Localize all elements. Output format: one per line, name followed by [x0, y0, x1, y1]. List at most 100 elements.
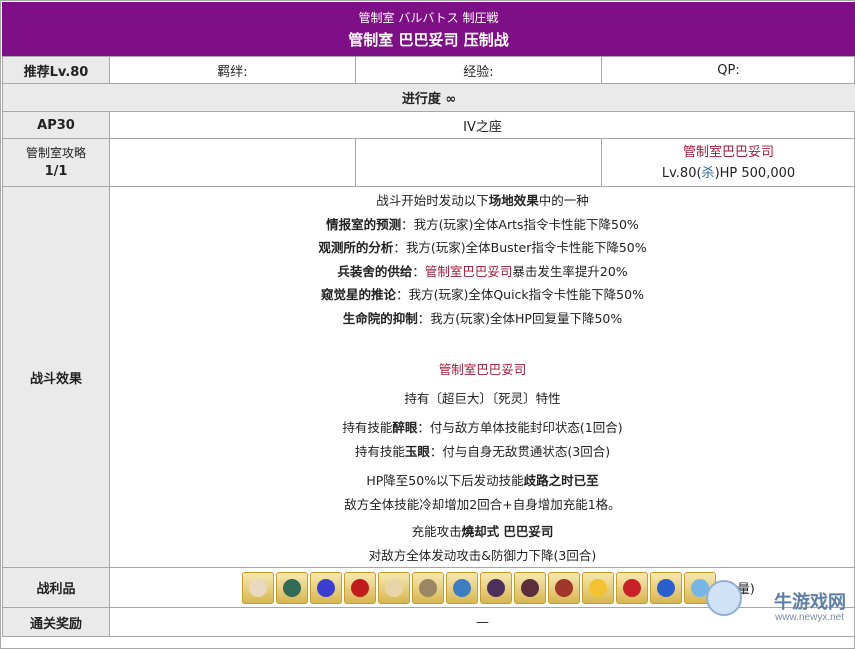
blue-orb-icon[interactable] [650, 571, 682, 604]
drop-item-glyph [521, 578, 539, 597]
row-ap: AP30 IV之座 [2, 111, 855, 139]
feather-icon[interactable] [276, 571, 308, 604]
drop-item-glyph [657, 578, 675, 597]
enemy-slot-3: 管制室巴巴妥司 Lv.80(杀)HP 500,000 [601, 138, 855, 187]
dark-wing-icon[interactable] [514, 571, 546, 604]
drop-item-glyph [555, 578, 573, 597]
boss-traits: 持有〔超巨大〕〔死灵〕特性 [404, 390, 561, 406]
recommended-level-label: 推荐Lv.80 [2, 56, 110, 84]
field-effect-5: 生命院的抑制：我方(玩家)全体HP回复量下降50% [110, 307, 855, 331]
enemy-hp: )HP 500,000 [714, 165, 796, 181]
drop-quantity-note: (大量) [720, 581, 755, 596]
skill-name: 玉眼 [404, 443, 430, 459]
row-clear-reward: 通关奖励 — [2, 607, 855, 637]
ap-label: AP30 [2, 111, 110, 139]
row-drops: 战利品 (大量) [2, 567, 855, 608]
qp-cell: QP: [601, 56, 855, 84]
battle-effect-content: 战斗开始时发动以下场地效果中的一种 情报室的预测：我方(玩家)全体Arts指令卡… [109, 186, 855, 568]
clear-reward-value: — [109, 607, 855, 637]
field-desc: ：我方(玩家)全体Arts指令卡性能下降50% [401, 216, 639, 232]
clear-reward-label: 通关奖励 [2, 607, 110, 637]
field-name: 情报室的预测 [326, 216, 402, 232]
field-name: 生命院的抑制 [342, 310, 418, 326]
enemy-name-link[interactable]: 管制室巴巴妥司 [602, 142, 855, 163]
craft-essence-icon[interactable] [242, 571, 274, 604]
skill-name: 醉眼 [392, 420, 418, 435]
hp-pre: HP降至50%以下后发动技能 [366, 473, 524, 488]
boss-name-link[interactable]: 管制室巴巴妥司 [110, 358, 855, 382]
drop-item-glyph [283, 578, 301, 597]
hp-skill-name: 歧路之时已至 [523, 473, 599, 488]
field-desc-post: 暴击发生率提升20% [512, 263, 628, 279]
field-effect-2: 观测所的分析：我方(玩家)全体Buster指令卡性能下降50% [110, 236, 855, 260]
field-name: 窥觉星的推论 [321, 287, 397, 302]
drop-item-glyph [589, 578, 607, 597]
exp-cell: 经验: [355, 56, 602, 84]
row-progress: 进行度 ∞ [2, 83, 855, 112]
boss-skill-2: 持有技能玉眼：付与自身无敌贯通状态(3回合) [110, 440, 855, 464]
stage-label-title: 管制室攻略 [25, 145, 86, 160]
intro-pre: 战斗开始时发动以下 [376, 193, 489, 208]
intro-bold: 场地效果 [488, 193, 539, 208]
skill-pre: 持有技能 [342, 420, 393, 435]
red-seal-icon[interactable] [616, 571, 648, 604]
drop-item-glyph [317, 578, 335, 597]
quest-subtitle: 管制室 バルバトス 制圧戦 [358, 11, 499, 25]
row-enemy: 管制室攻略 1/1 管制室巴巴妥司 Lv.80(杀)HP 500,000 [2, 138, 855, 187]
hp-trigger-desc: 敌方全体技能冷却增加2回合+自身增加充能1格。 [344, 496, 621, 512]
enemy-slot-2 [355, 138, 602, 187]
scroll-icon[interactable] [378, 571, 410, 604]
enemy-stats: Lv.80(杀)HP 500,000 [602, 163, 855, 184]
drop-item-glyph [419, 578, 437, 597]
field-desc: ：我方(玩家)全体Buster指令卡性能下降50% [393, 240, 647, 255]
quest-info-table: 推荐Lv.80 羁绊: 经验: QP: 进行度 ∞ AP30 IV之座 管制室攻… [2, 56, 855, 637]
np-line: 充能攻击燒却式 巴巴妥司 [110, 520, 855, 544]
quest-header: 管制室 バルバトス 制圧戦 管制室 巴巴妥司 压制战 [2, 2, 855, 56]
quest-title: 管制室 巴巴妥司 压制战 [348, 31, 509, 49]
field-desc: ：我方(玩家)全体HP回复量下降50% [417, 310, 623, 326]
skill-desc: ：付与敌方单体技能封印状态(1回合) [417, 420, 623, 435]
shell-icon[interactable] [412, 571, 444, 604]
field-effect-4: 窥觉星的推论：我方(玩家)全体Quick指令卡性能下降50% [110, 283, 855, 307]
crystal-icon[interactable] [684, 571, 716, 604]
intro-post: 中的一种 [538, 193, 589, 208]
lamp-icon[interactable] [446, 571, 478, 604]
blue-gem-icon[interactable] [310, 571, 342, 604]
bond-cell: 羁绊: [109, 56, 356, 84]
field-name: 兵装舍的供给 [337, 263, 413, 279]
row-battle-effects: 战斗效果 战斗开始时发动以下场地效果中的一种 情报室的预测：我方(玩家)全体Ar… [2, 186, 855, 568]
row-level: 推荐Lv.80 羁绊: 经验: QP: [2, 56, 855, 84]
gold-star-icon[interactable] [582, 571, 614, 604]
dark-crystal-icon[interactable] [480, 571, 512, 604]
field-desc: ：我方(玩家)全体Quick指令卡性能下降50% [396, 287, 644, 302]
drop-item-glyph [351, 578, 369, 597]
bone-icon[interactable] [548, 571, 580, 604]
stage-label: 管制室攻略 1/1 [2, 138, 110, 187]
field-target-link[interactable]: 管制室巴巴妥司 [425, 264, 513, 279]
field-name: 观测所的分析 [318, 240, 394, 255]
skill-pre: 持有技能 [354, 443, 405, 459]
drop-item-glyph [453, 578, 471, 597]
drop-item-glyph [623, 578, 641, 597]
hp-trigger-line: HP降至50%以下后发动技能歧路之时已至 [110, 469, 855, 493]
drop-item-glyph [487, 578, 505, 597]
progress-cell: 进行度 ∞ [2, 83, 855, 112]
np-pre: 充能攻击 [411, 524, 462, 539]
drops-cell: (大量) [109, 567, 855, 608]
drop-item-glyph [691, 578, 709, 597]
np-name: 燒却式 巴巴妥司 [461, 524, 554, 539]
enemy-lv-prefix: Lv.80( [661, 165, 702, 181]
drop-item-glyph [249, 578, 267, 597]
enemy-class-link[interactable]: 杀 [702, 166, 715, 181]
field-desc: ： [412, 263, 425, 279]
stage-label-count: 1/1 [44, 163, 68, 179]
field-effect-3: 兵装舍的供给：管制室巴巴妥司暴击发生率提升20% [110, 260, 855, 284]
boss-skill-1: 持有技能醉眼：付与敌方单体技能封印状态(1回合) [110, 416, 855, 440]
battle-effect-label: 战斗效果 [2, 186, 110, 568]
intro-line: 战斗开始时发动以下场地效果中的一种 [110, 189, 855, 213]
drops-label: 战利品 [2, 567, 110, 608]
skill-desc: ：付与自身无敌贯通状态(3回合) [429, 443, 611, 459]
red-potion-icon[interactable] [344, 571, 376, 604]
enemy-slot-1 [109, 138, 356, 187]
np-desc: 对敌方全体发动攻击&防御力下降(3回合) [368, 547, 597, 563]
